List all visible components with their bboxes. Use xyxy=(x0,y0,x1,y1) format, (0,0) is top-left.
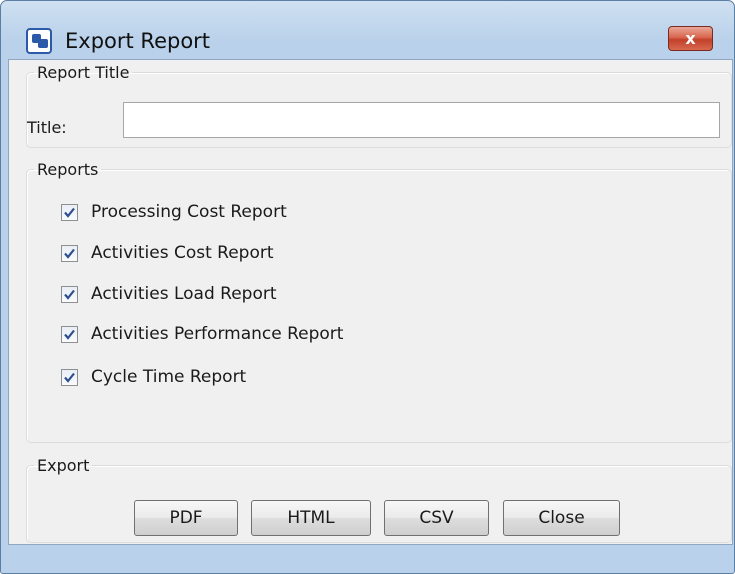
checkbox-activities-performance[interactable] xyxy=(61,325,78,343)
checkmark-icon xyxy=(64,372,75,383)
report-item-processing-cost[interactable]: Processing Cost Report xyxy=(61,200,287,224)
checkmark-icon xyxy=(64,207,75,218)
app-logo-shape-b xyxy=(38,39,48,48)
export-csv-button[interactable]: CSV xyxy=(384,500,489,536)
report-item-label: Activities Performance Report xyxy=(91,324,344,344)
checkbox-cycle-time[interactable] xyxy=(61,368,78,386)
close-icon: x xyxy=(685,29,696,48)
checkmark-icon xyxy=(64,289,75,300)
close-button[interactable]: Close xyxy=(503,500,620,536)
checkmark-icon xyxy=(64,329,75,340)
window-title: Export Report xyxy=(65,29,211,53)
checkmark-icon xyxy=(64,248,75,259)
title-label: Title: xyxy=(27,118,67,137)
export-pdf-button[interactable]: PDF xyxy=(134,500,238,536)
report-item-activities-load[interactable]: Activities Load Report xyxy=(61,282,277,306)
export-group-legend: Export xyxy=(37,456,90,475)
report-item-activities-cost[interactable]: Activities Cost Report xyxy=(61,241,274,265)
export-html-button[interactable]: HTML xyxy=(251,500,371,536)
report-item-label: Processing Cost Report xyxy=(91,202,287,222)
export-report-dialog: Export Report x Report Title Reports Exp… xyxy=(0,0,735,574)
close-window-button[interactable]: x xyxy=(668,26,713,51)
checkbox-processing-cost[interactable] xyxy=(61,203,78,221)
checkbox-activities-load[interactable] xyxy=(61,285,78,303)
title-input[interactable] xyxy=(123,102,720,138)
report-item-label: Activities Cost Report xyxy=(91,243,274,263)
title-bar[interactable]: Export Report x xyxy=(1,1,734,59)
report-title-group-legend: Report Title xyxy=(37,63,130,82)
report-item-label: Activities Load Report xyxy=(91,284,277,304)
export-group: Export xyxy=(26,456,732,543)
app-logo-icon xyxy=(26,28,52,54)
checkbox-activities-cost[interactable] xyxy=(61,244,78,262)
report-item-cycle-time[interactable]: Cycle Time Report xyxy=(61,365,246,389)
report-item-activities-performance[interactable]: Activities Performance Report xyxy=(61,322,343,346)
reports-group-legend: Reports xyxy=(37,160,99,179)
report-item-label: Cycle Time Report xyxy=(91,367,247,387)
